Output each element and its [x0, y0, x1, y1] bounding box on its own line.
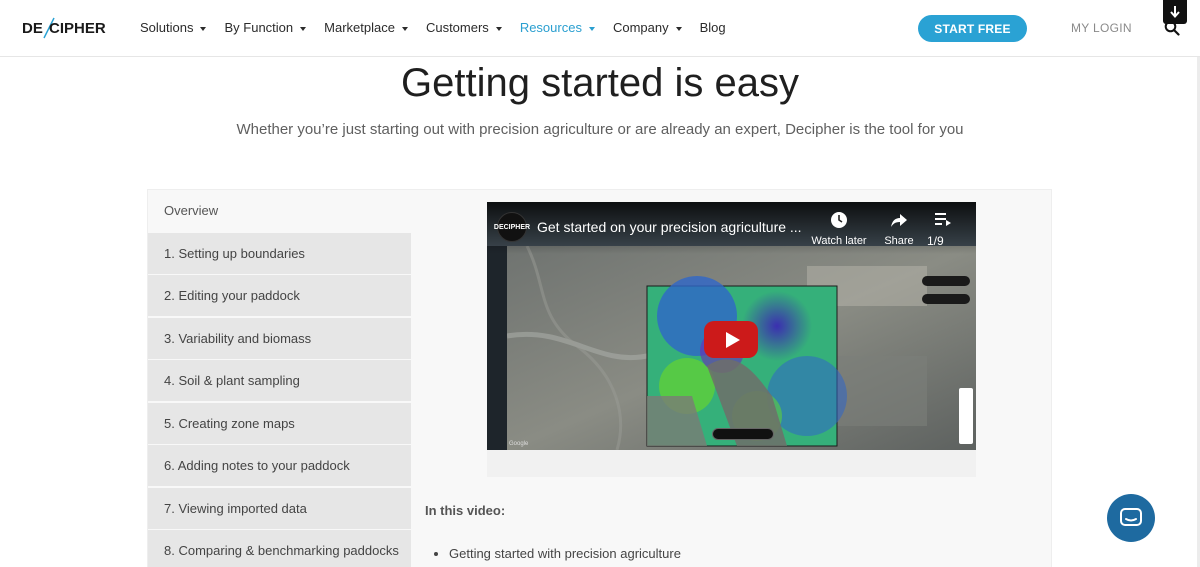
- tab-step-3[interactable]: 3. Variability and biomass: [148, 317, 411, 359]
- playlist-count: 1/9: [927, 234, 944, 248]
- in-this-video-heading: In this video:: [425, 503, 506, 518]
- tab-step-2[interactable]: 2. Editing your paddock: [148, 275, 411, 316]
- chat-icon: [1120, 508, 1142, 526]
- tab-step-1[interactable]: 1. Setting up boundaries: [148, 232, 411, 274]
- watch-later-label: Watch later: [811, 235, 867, 247]
- chevron-down-icon: [200, 26, 207, 31]
- nav-item-label: Company: [612, 20, 669, 35]
- share-label: Share: [884, 235, 914, 247]
- video-title[interactable]: Get started on your precision agricultur…: [537, 219, 817, 235]
- list-item: Getting started with precision agricultu…: [449, 546, 681, 561]
- nav-item-by-function[interactable]: By Function: [224, 20, 307, 35]
- nav-item-label: By Function: [224, 20, 294, 35]
- playlist-button[interactable]: [913, 211, 973, 230]
- map-credit: Google: [509, 441, 529, 447]
- nav-item-resources[interactable]: Resources: [520, 20, 595, 35]
- clock-icon: [831, 212, 847, 228]
- compare-biomass-pill[interactable]: [712, 428, 774, 440]
- nav-item-label: Customers: [425, 20, 489, 35]
- watch-later-button[interactable]: Watch later: [809, 211, 869, 247]
- download-arrow-icon[interactable]: [1163, 0, 1187, 24]
- my-login-link[interactable]: MY LOGIN: [1071, 21, 1132, 35]
- tab-step-5[interactable]: 5. Creating zone maps: [148, 402, 411, 444]
- page-subtitle: Whether you’re just starting out with pr…: [236, 121, 964, 138]
- nav-item-company[interactable]: Company: [613, 20, 682, 35]
- share-arrow-icon: [891, 214, 907, 227]
- nav-item-label: Solutions: [140, 20, 194, 35]
- chevron-down-icon: [495, 26, 502, 31]
- main-menu: Solutions By Function Marketplace Customers…: [140, 20, 744, 35]
- nav-item-label: Blog: [699, 20, 726, 35]
- top-navbar: DE CIPHER Solutions By Function Marketplac…: [0, 0, 1200, 57]
- nav-item-label: Marketplace: [324, 20, 395, 35]
- video-topics-list: Getting started with precision agricultu…: [449, 546, 681, 561]
- svg-text:DE: DE: [22, 20, 43, 37]
- chevron-down-icon: [675, 26, 682, 31]
- page-title: Getting started is easy: [401, 61, 799, 105]
- tutorial-panel: Overview 1. Setting up boundaries 2. Editi…: [147, 189, 1052, 567]
- nav-item-customers[interactable]: Customers: [426, 20, 502, 35]
- chevron-down-icon: [588, 26, 595, 31]
- nav-item-marketplace[interactable]: Marketplace: [324, 20, 408, 35]
- start-free-button[interactable]: START FREE: [918, 15, 1027, 42]
- playlist-icon: [935, 213, 951, 226]
- tab-step-8[interactable]: 8. Comparing & benchmarking paddocks: [148, 530, 411, 567]
- nav-item-label: Resources: [519, 20, 582, 35]
- chat-launcher-button[interactable]: [1107, 494, 1155, 542]
- play-button[interactable]: [704, 321, 758, 358]
- chevron-down-icon: [300, 26, 307, 31]
- chevron-down-icon: [401, 26, 408, 31]
- map-zoom-controls[interactable]: [959, 388, 973, 444]
- nav-item-solutions[interactable]: Solutions: [140, 20, 207, 35]
- play-icon: [725, 331, 740, 348]
- video-embed[interactable]: Google DECIPHER Get started on your prec…: [487, 202, 976, 477]
- tab-overview[interactable]: Overview: [148, 190, 411, 231]
- video-frame[interactable]: Google DECIPHER Get started on your prec…: [487, 202, 976, 450]
- svg-text:CIPHER: CIPHER: [49, 20, 106, 37]
- channel-avatar[interactable]: DECIPHER: [494, 212, 530, 242]
- decipher-logo[interactable]: DE CIPHER: [22, 14, 112, 42]
- tab-step-6[interactable]: 6. Adding notes to your paddock: [148, 445, 411, 486]
- app-sidebar-preview: [487, 246, 507, 450]
- nav-item-blog[interactable]: Blog: [700, 20, 726, 35]
- tab-step-7[interactable]: 7. Viewing imported data: [148, 487, 411, 529]
- tab-step-4[interactable]: 4. Soil & plant sampling: [148, 360, 411, 401]
- tutorial-tabs: Overview 1. Setting up boundaries 2. Editi…: [148, 190, 411, 567]
